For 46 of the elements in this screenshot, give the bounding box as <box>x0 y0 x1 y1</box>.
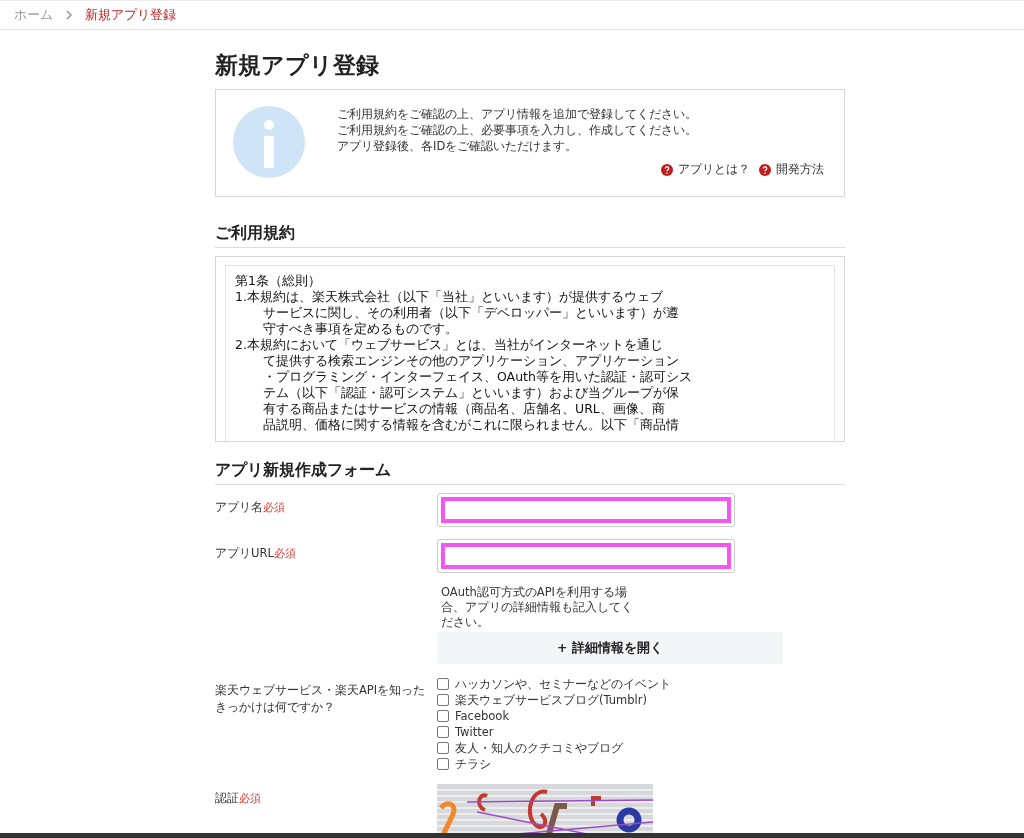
terms-text: サービスに関し、その利用者（以下「デベロッパー」といいます）が遵 <box>262 305 680 321</box>
checkbox[interactable] <box>437 710 449 722</box>
info-icon <box>233 106 305 178</box>
terms-text: ・プログラミング・インターフェイス、OAuth等を用いた認証・認可シス <box>262 369 693 385</box>
info-text: ご利用規約をご確認の上、必要事項を入力し、作成してください。 <box>337 122 698 138</box>
details-button[interactable]: + 詳細情報を開く <box>437 632 783 664</box>
field-label: 認証 <box>215 791 239 805</box>
section-heading: アプリ新規作成フォーム <box>215 460 845 485</box>
info-text: アプリ登録後、各IDをご確認いただけます。 <box>337 138 579 154</box>
checkbox-label[interactable]: ハッカソンや、セミナーなどのイベント <box>455 676 671 692</box>
terms-text: 1.本規約は、楽天株式会社（以下「当社」といいます）が提供するウェブ <box>235 289 664 305</box>
page-title: 新規アプリ登録 <box>215 51 380 80</box>
input-field[interactable] <box>437 539 735 573</box>
required-mark: 必須 <box>239 792 261 805</box>
help-link[interactable]: 開発方法 <box>776 162 824 177</box>
checkbox-label[interactable]: チラシ <box>455 756 491 772</box>
terms-article-title: 第1条（総則） <box>235 273 322 289</box>
info-text: ご利用規約をご確認の上、アプリ情報を追加で登録してください。 <box>337 106 698 122</box>
checkbox[interactable] <box>437 758 449 770</box>
help-link[interactable]: アプリとは？ <box>678 162 750 177</box>
help-icon <box>759 163 771 176</box>
required-mark: 必須 <box>263 501 285 514</box>
field-label: 楽天ウェブサービス・楽天APIを知ったきっかけは何ですか？ <box>215 683 426 714</box>
help-icon <box>661 163 673 176</box>
required-mark: 必須 <box>273 547 296 560</box>
checkbox-label[interactable]: 友人・知人のクチコミやブログ <box>455 740 623 756</box>
checkbox[interactable] <box>437 742 449 754</box>
breadcrumb-link[interactable]: 新規アプリ登録 <box>85 6 176 24</box>
field-label: アプリURL <box>215 546 274 560</box>
checkbox-label[interactable]: Twitter <box>455 725 494 739</box>
terms-text: 有する商品またはサービスの情報（商品名、店舗名、URL、画像、商 <box>262 401 666 417</box>
checkbox-label[interactable]: 楽天ウェブサービスブログ(Tumblr) <box>455 692 647 708</box>
terms-text: 2.本規約において「ウェブサービス」とは、当社がインターネットを通じ <box>235 337 664 353</box>
field-label: アプリ名 <box>215 500 263 514</box>
terms-text: 品説明、価格に関する情報を含むがこれに限られません。以下「商品情 <box>262 417 680 433</box>
terms-text: テム（以下「認証・認可システム」といいます）および当グループが保 <box>262 385 680 401</box>
checkbox-label[interactable]: Facebook <box>455 709 510 723</box>
terms-text: て提供する検索エンジンその他のアプリケーション、アプリケーション <box>262 353 680 369</box>
input-field[interactable] <box>437 493 735 527</box>
checkbox[interactable] <box>437 726 449 738</box>
checkbox[interactable] <box>437 694 449 706</box>
help-text: OAuth認可方式のAPIを利用する場合、アプリの詳細情報も記入してください。 <box>441 585 634 630</box>
terms-text: 守すべき事項を定めるものです。 <box>262 321 459 337</box>
checkbox[interactable] <box>437 678 449 690</box>
section-heading: ご利用規約 <box>215 223 845 248</box>
chevron-right-icon <box>65 10 73 20</box>
